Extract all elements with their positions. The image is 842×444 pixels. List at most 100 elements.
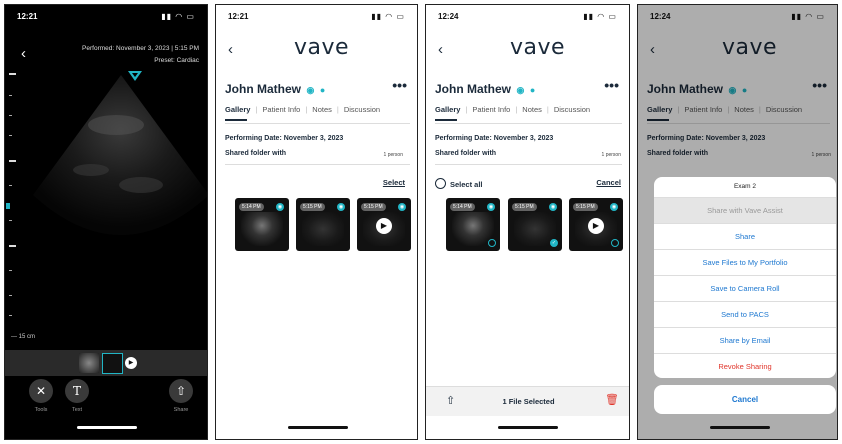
tab-gallery[interactable]: Gallery xyxy=(435,105,460,114)
share-vave-assist-option: Share with Vave Assist xyxy=(654,198,836,224)
shared-icon: ◉ xyxy=(398,203,406,211)
select-button[interactable]: Select xyxy=(383,178,405,187)
share-by-email-option[interactable]: Share by Email xyxy=(654,328,836,354)
select-checkbox[interactable] xyxy=(488,239,496,247)
home-indicator xyxy=(710,426,770,429)
radio-circle-icon xyxy=(435,178,446,189)
depth-label: — 15 cm xyxy=(11,334,36,340)
clip-time: 5:15 PM xyxy=(512,203,537,211)
person-count[interactable]: 1 person xyxy=(602,152,621,158)
share-option[interactable]: Share xyxy=(654,224,836,250)
vave-logo: vave xyxy=(294,35,350,60)
divider xyxy=(435,123,622,124)
tools-icon: ✕ xyxy=(35,384,47,398)
shared-icon: ◉ xyxy=(487,203,495,211)
person-count[interactable]: 1 person xyxy=(384,152,403,158)
share-label: Share xyxy=(173,407,189,413)
status-icons: ▮▮ ◠ ▭ xyxy=(161,12,195,21)
focus-marker[interactable] xyxy=(6,203,10,209)
selected-count: 1 File Selected xyxy=(502,397,555,406)
tab-discussion[interactable]: Discussion xyxy=(554,105,590,114)
clip-thumbnail[interactable]: 5:15 PM ◉ xyxy=(296,198,350,251)
tab-patient-info[interactable]: Patient Info xyxy=(472,105,510,114)
active-tab-indicator xyxy=(225,119,247,121)
text-button[interactable]: T xyxy=(65,379,89,403)
home-indicator xyxy=(77,426,137,429)
clip-time: 5:15 PM xyxy=(300,203,325,211)
back-button[interactable]: ‹ xyxy=(228,41,233,58)
share-button[interactable]: ⇧ xyxy=(169,379,193,403)
clip-time: 5:14 PM xyxy=(239,203,264,211)
tab-notes[interactable]: Notes xyxy=(312,105,332,114)
clip-time: 5:15 PM xyxy=(573,203,598,211)
selected-check-icon[interactable]: ✓ xyxy=(550,239,558,247)
clip-thumb-selected[interactable] xyxy=(102,353,123,374)
clip-thumbnail[interactable]: 5:14 PM ◉ xyxy=(235,198,289,251)
clip-thumb[interactable] xyxy=(79,353,99,373)
clip-thumbnail[interactable]: 5:14 PM ◉ xyxy=(446,198,500,251)
clip-thumbnail[interactable]: 5:15 PM ◉ ▶ xyxy=(357,198,411,251)
divider xyxy=(225,164,410,165)
tab-bar: Gallery | Patient Info | Notes | Discussion xyxy=(435,105,591,114)
performing-date: Performing Date: November 3, 2023 xyxy=(225,135,344,142)
clip-thumbnail-selected[interactable]: 5:15 PM ◉ ✓ xyxy=(508,198,562,251)
active-tab-indicator xyxy=(435,119,457,121)
tab-patient-info[interactable]: Patient Info xyxy=(262,105,300,114)
select-all-toggle[interactable]: Select all xyxy=(435,178,483,189)
share-icon: ⇧ xyxy=(175,384,187,398)
shared-icon: ● xyxy=(527,85,536,95)
vave-logo: vave xyxy=(510,35,566,60)
tab-notes[interactable]: Notes xyxy=(522,105,542,114)
performing-date: Performing Date: November 3, 2023 xyxy=(435,135,554,142)
select-all-label: Select all xyxy=(450,180,483,189)
shared-folder-label: Shared folder with xyxy=(225,150,287,157)
clip-time: 5:14 PM xyxy=(450,203,475,211)
cancel-button[interactable]: Cancel xyxy=(596,178,621,187)
play-icon[interactable]: ▶ xyxy=(125,357,137,369)
selection-toolbar: ⇧ 1 File Selected 🗑 xyxy=(426,386,629,416)
clip-thumbnail[interactable]: 5:15 PM ◉ ▶ xyxy=(569,198,623,251)
shared-folder-label: Shared folder with xyxy=(435,150,497,157)
text-label: Text xyxy=(71,407,83,413)
more-options-button[interactable]: ••• xyxy=(604,77,619,93)
status-icons: ▮▮ ◠ ▭ xyxy=(583,12,617,21)
divider xyxy=(225,123,410,124)
home-indicator xyxy=(498,426,558,429)
wireless-icon: ◉ xyxy=(514,85,525,95)
shared-icon: ◉ xyxy=(276,203,284,211)
play-icon: ▶ xyxy=(588,218,604,234)
play-icon: ▶ xyxy=(376,218,392,234)
performed-date: Performed: November 3, 2023 | 5:15 PM xyxy=(82,45,199,52)
shared-icon: ● xyxy=(317,85,326,95)
tab-gallery[interactable]: Gallery xyxy=(225,105,250,114)
back-button[interactable]: ‹ xyxy=(438,41,443,58)
home-indicator xyxy=(288,426,348,429)
gallery-screen: 12:21 ▮▮ ◠ ▭ ‹ vave John Mathew ◉ ● ••• … xyxy=(215,4,418,440)
send-to-pacs-option[interactable]: Send to PACS xyxy=(654,302,836,328)
tab-discussion[interactable]: Discussion xyxy=(344,105,380,114)
shared-icon: ◉ xyxy=(610,203,618,211)
tools-label: Tools xyxy=(34,407,48,413)
status-icons: ▮▮ ◠ ▭ xyxy=(371,12,405,21)
revoke-sharing-option[interactable]: Revoke Sharing xyxy=(654,354,836,378)
tools-button[interactable]: ✕ xyxy=(29,379,53,403)
save-to-portfolio-option[interactable]: Save Files to My Portfolio xyxy=(654,250,836,276)
shared-icon: ◉ xyxy=(549,203,557,211)
ultrasound-screen: 12:21 ▮▮ ◠ ▭ ‹ Performed: November 3, 20… xyxy=(4,4,208,440)
text-icon: T xyxy=(72,384,81,398)
share-action-sheet: Exam 2 Share with Vave Assist Share Save… xyxy=(654,177,836,378)
back-button[interactable]: ‹ xyxy=(21,45,26,62)
select-checkbox[interactable] xyxy=(611,239,619,247)
sheet-cancel-button[interactable]: Cancel xyxy=(654,385,836,414)
save-to-camera-roll-option[interactable]: Save to Camera Roll xyxy=(654,276,836,302)
trash-icon[interactable]: 🗑 xyxy=(605,393,619,406)
tab-bar: Gallery | Patient Info | Notes | Discussion xyxy=(225,105,381,114)
patient-name: John Mathew ◉ ● xyxy=(225,82,326,96)
more-options-button[interactable]: ••• xyxy=(392,77,407,93)
share-sheet-screen: 12:24 ▮▮ ◠ ▭ ‹ vave John Mathew ◉ ● ••• … xyxy=(637,4,838,440)
shared-icon: ◉ xyxy=(337,203,345,211)
clip-strip: ▶ xyxy=(5,350,207,376)
screenshot-stage: 12:21 ▮▮ ◠ ▭ ‹ Performed: November 3, 20… xyxy=(0,0,842,444)
status-time: 12:21 xyxy=(17,12,38,21)
ultrasound-image xyxy=(33,75,207,235)
